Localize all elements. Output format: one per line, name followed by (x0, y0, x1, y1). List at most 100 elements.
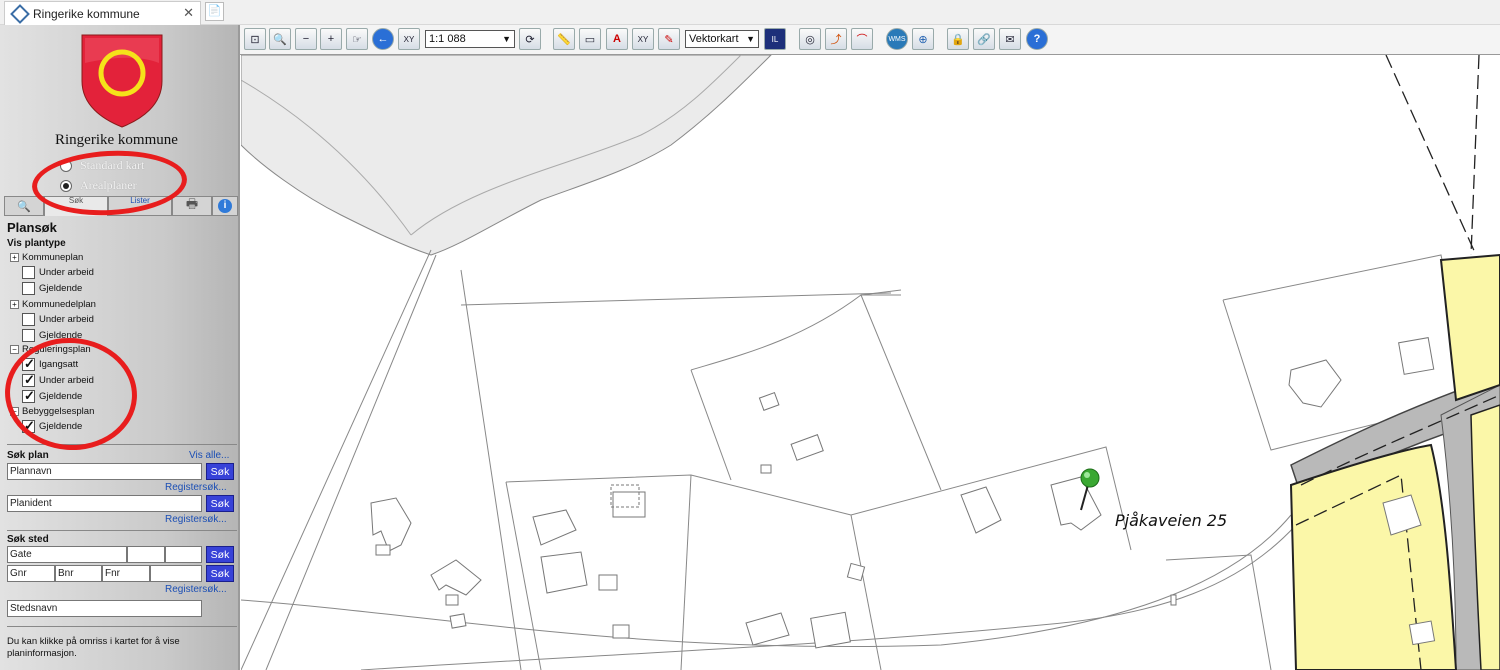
registersok-link[interactable]: Registersøk... (165, 514, 227, 525)
tab-title: Ringerike kommune (33, 6, 140, 21)
tab-sok[interactable]: Søk (44, 196, 108, 216)
back-icon[interactable]: ← (372, 28, 394, 50)
radio-button[interactable] (60, 179, 72, 192)
sok-plannavn-button[interactable]: Søk (206, 463, 234, 480)
sidebar: Ringerike kommune Standard kart Arealpla… (0, 25, 240, 670)
elevation-icon[interactable]: ⤴ (825, 28, 847, 50)
help-icon[interactable]: ? (1026, 28, 1048, 50)
bokstav-input[interactable] (165, 546, 202, 563)
refresh-icon[interactable]: ⟳ (519, 28, 541, 50)
checkbox-label: Gjeldende (39, 283, 83, 294)
plansok-panel: Plansøk Vis plantype + Kommuneplan Under… (4, 216, 238, 670)
registersok-link[interactable]: Registersøk... (165, 584, 227, 595)
address-label: Pjåkaveien 25 (1115, 511, 1228, 530)
husnummer-input[interactable] (127, 546, 165, 563)
sok-planident-button[interactable]: Søk (206, 495, 234, 512)
radio-arealplaner[interactable]: Arealplaner (60, 178, 137, 193)
pan-icon[interactable]: ☞ (346, 28, 368, 50)
tree-group-reguleringsplan[interactable]: − Reguleringsplan (10, 344, 91, 355)
checkbox[interactable] (22, 313, 35, 326)
collapse-icon[interactable]: − (10, 407, 19, 416)
zoom-in-icon[interactable]: + (320, 28, 342, 50)
xy-coordinate-icon[interactable]: XY (398, 28, 420, 50)
link-icon[interactable]: 🔗 (973, 28, 995, 50)
zoom-out-icon[interactable]: − (295, 28, 317, 50)
tree-group-kommunedelplan[interactable]: + Kommunedelplan (10, 299, 96, 310)
checkbox[interactable] (22, 282, 35, 295)
radio-standard-kart[interactable]: Standard kart (60, 158, 144, 173)
info-icon: i (218, 199, 232, 213)
sok-plan-title: Søk plan (7, 450, 49, 461)
scale-select[interactable]: 1:1 088 ▼ (425, 30, 515, 48)
registersok-link[interactable]: Registersøk... (165, 482, 227, 493)
checkbox-row[interactable]: Gjeldende (22, 418, 82, 434)
checkbox-row[interactable]: Gjeldende (22, 329, 82, 342)
xy-tool-icon[interactable]: XY (632, 28, 654, 50)
draw-icon[interactable]: ✎ (658, 28, 680, 50)
profile-icon[interactable]: ⌒ (851, 28, 873, 50)
mail-icon[interactable]: ✉ (999, 28, 1021, 50)
gate-input[interactable]: Gate (7, 546, 127, 563)
planident-input[interactable]: Planident (7, 495, 202, 512)
bnr-input[interactable]: Bnr (55, 565, 102, 582)
expand-icon[interactable]: + (10, 300, 19, 309)
checkbox-row[interactable]: Gjeldende (22, 282, 82, 295)
checkbox[interactable] (22, 356, 35, 372)
checkbox[interactable] (22, 372, 35, 388)
zoom-window-icon[interactable]: 🔍 (269, 28, 291, 50)
browser-tab[interactable]: Ringerike kommune ✕ (4, 1, 201, 25)
checkbox[interactable] (22, 329, 35, 342)
radio-label: Arealplaner (80, 178, 137, 192)
snr-input[interactable] (150, 565, 202, 582)
label-icon[interactable]: A (606, 28, 628, 50)
binoculars-icon[interactable]: ◎ (799, 28, 821, 50)
vis-alle-link[interactable]: Vis alle... (189, 450, 229, 461)
tab-lister[interactable]: Lister (108, 196, 172, 216)
kommune-name: Ringerike kommune (55, 132, 178, 148)
sok-gnr-button[interactable]: Søk (206, 565, 234, 582)
expand-icon[interactable]: + (10, 253, 19, 262)
radio-button[interactable] (60, 159, 72, 172)
stedsnavn-input[interactable]: Stedsnavn (7, 600, 202, 617)
checkbox-label: Gjeldende (39, 330, 83, 341)
map-vector-layer[interactable] (241, 55, 1500, 670)
panel-title: Plansøk (7, 220, 57, 235)
tab-print[interactable]: 🖶 (172, 196, 212, 216)
checkbox[interactable] (22, 266, 35, 279)
checkbox-row[interactable]: Under arbeid (22, 372, 94, 388)
tree-group-kommuneplan[interactable]: + Kommuneplan (10, 252, 83, 263)
close-tab-icon[interactable]: ✕ (183, 5, 194, 21)
fnr-input[interactable]: Fnr (102, 565, 150, 582)
map-canvas[interactable]: Pjåkaveien 25 (241, 55, 1500, 670)
checkbox-row[interactable]: Igangsatt (22, 356, 78, 372)
tab-info[interactable]: i (212, 196, 238, 216)
tree-group-bebyggelsesplan[interactable]: − Bebyggelsesplan (10, 406, 94, 417)
print-icon: 🖶 (185, 196, 199, 211)
globe-icon[interactable]: ⊕ (912, 28, 934, 50)
checkbox-label: Gjeldende (39, 391, 83, 402)
tab-search[interactable]: 🔍 (4, 196, 44, 216)
divider (7, 530, 237, 531)
water-area (241, 55, 772, 256)
new-tab-icon[interactable]: 📄 (205, 2, 224, 21)
sok-gate-button[interactable]: Søk (206, 546, 234, 563)
checkbox-row[interactable]: Under arbeid (22, 313, 94, 326)
full-extent-icon[interactable]: ⊡ (244, 28, 266, 50)
area-icon[interactable]: ▭ (579, 28, 601, 50)
gnr-input[interactable]: Gnr (7, 565, 55, 582)
wms-icon[interactable]: WMS (886, 28, 908, 50)
checkbox[interactable] (22, 418, 35, 434)
collapse-icon[interactable]: − (10, 345, 19, 354)
tab-label: Søk (68, 196, 84, 205)
measure-icon[interactable]: 📏 (553, 28, 575, 50)
lock-icon[interactable]: 🔒 (947, 28, 969, 50)
infoland-icon[interactable]: IL (764, 28, 786, 50)
plannavn-input[interactable]: Plannavn (7, 463, 202, 480)
map-type-select[interactable]: Vektorkart ▼ (685, 30, 759, 48)
chevron-down-icon: ▼ (746, 34, 755, 44)
buildings (370, 337, 1436, 649)
checkbox-row[interactable]: Gjeldende (22, 388, 83, 404)
group-label: Bebyggelsesplan (22, 406, 95, 417)
checkbox-row[interactable]: Under arbeid (22, 266, 94, 279)
checkbox[interactable] (22, 388, 35, 404)
